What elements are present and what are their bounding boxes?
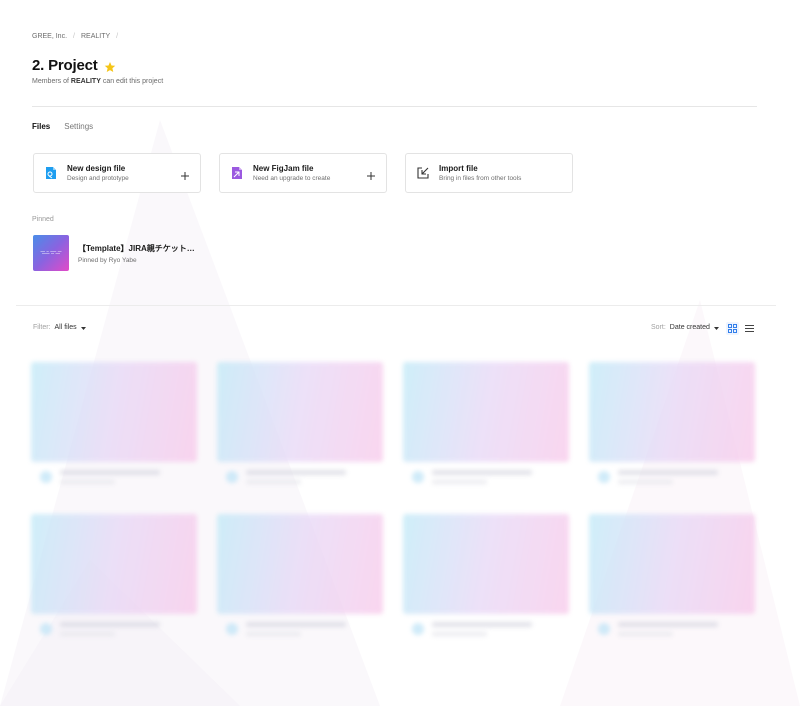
file-thumbnail <box>403 514 569 614</box>
import-file-button[interactable]: Import file Bring in files from other to… <box>405 153 573 193</box>
file-title-placeholder <box>618 622 718 627</box>
sort-label: Sort: <box>651 324 666 331</box>
file-meta-placeholder <box>618 480 673 484</box>
plus-icon <box>180 168 190 180</box>
header-divider <box>32 106 757 107</box>
pinned-file-title: 【Template】JIRA親チケット… <box>78 243 195 253</box>
chevron-down-icon[interactable] <box>80 326 86 330</box>
file-meta-placeholder <box>618 632 673 636</box>
file-thumbnail <box>589 362 755 462</box>
action-title: New design file <box>67 164 126 173</box>
action-subtitle: Bring in files from other tools <box>439 175 522 182</box>
action-title: Import file <box>439 164 478 173</box>
tab-files[interactable]: Files <box>32 122 50 131</box>
file-thumbnail <box>31 514 197 614</box>
file-card[interactable] <box>403 362 569 484</box>
pinned-file[interactable]: 【Template】JIRA親チケット… Pinned by Ryo Yabe <box>33 235 195 271</box>
design-file-icon <box>412 623 424 635</box>
title-row: 2. Project <box>32 57 116 74</box>
file-title-placeholder <box>618 470 718 475</box>
file-title-placeholder <box>432 470 532 475</box>
filter-control: Filter: All files <box>33 324 86 331</box>
file-title-placeholder <box>60 470 160 475</box>
project-permissions-note: Members of REALITY can edit this project <box>32 78 164 85</box>
page-title: 2. Project <box>32 57 98 74</box>
sort-control: Sort: Date created <box>651 324 719 331</box>
create-actions: New design file Design and prototype New… <box>33 153 573 193</box>
file-thumbnail <box>31 362 197 462</box>
pinned-section-label: Pinned <box>32 216 54 223</box>
file-card[interactable] <box>217 362 383 484</box>
plus-icon <box>366 168 376 180</box>
file-card[interactable] <box>403 514 569 636</box>
design-file-icon <box>44 166 58 180</box>
file-meta-placeholder <box>246 480 301 484</box>
chevron-down-icon[interactable] <box>713 326 719 330</box>
action-title: New FigJam file <box>253 164 314 173</box>
file-meta-placeholder <box>60 632 115 636</box>
file-title-placeholder <box>432 622 532 627</box>
project-tabs: Files Settings <box>32 122 93 131</box>
design-file-icon <box>412 471 424 483</box>
view-toggle <box>726 322 756 335</box>
import-icon <box>416 166 430 180</box>
tab-settings[interactable]: Settings <box>64 122 93 131</box>
file-meta-placeholder <box>432 632 487 636</box>
figjam-file-icon <box>230 166 244 180</box>
file-card[interactable] <box>31 362 197 484</box>
action-subtitle: Design and prototype <box>67 175 129 182</box>
file-meta-placeholder <box>432 480 487 484</box>
breadcrumb-org[interactable]: GREE, Inc. <box>32 33 67 40</box>
filter-label: Filter: <box>33 324 51 331</box>
list-view-icon[interactable] <box>743 322 756 335</box>
file-title-placeholder <box>246 470 346 475</box>
file-card[interactable] <box>589 362 755 484</box>
star-icon[interactable] <box>104 60 116 72</box>
design-file-icon <box>598 623 610 635</box>
file-title-placeholder <box>60 622 160 627</box>
breadcrumb-team[interactable]: REALITY <box>81 33 110 40</box>
new-figjam-file-button[interactable]: New FigJam file Need an upgrade to creat… <box>219 153 387 193</box>
pinned-file-thumbnail <box>33 235 69 271</box>
file-grid <box>31 362 755 652</box>
design-file-icon <box>40 471 52 483</box>
team-name: REALITY <box>70 78 101 85</box>
file-meta-placeholder <box>60 480 115 484</box>
file-title-placeholder <box>246 622 346 627</box>
file-thumbnail <box>403 362 569 462</box>
design-file-icon <box>598 471 610 483</box>
file-thumbnail <box>217 514 383 614</box>
sort-dropdown[interactable]: Date created <box>670 324 710 331</box>
section-divider <box>16 305 776 306</box>
design-file-icon <box>226 471 238 483</box>
design-file-icon <box>226 623 238 635</box>
design-file-icon <box>40 623 52 635</box>
breadcrumb-separator: / <box>73 33 75 40</box>
file-thumbnail <box>589 514 755 614</box>
file-card[interactable] <box>31 514 197 636</box>
file-card[interactable] <box>589 514 755 636</box>
breadcrumb: GREE, Inc. / REALITY / <box>32 33 118 40</box>
action-subtitle: Need an upgrade to create <box>253 175 331 182</box>
file-card[interactable] <box>217 514 383 636</box>
grid-view-icon[interactable] <box>726 322 739 335</box>
new-design-file-button[interactable]: New design file Design and prototype <box>33 153 201 193</box>
pinned-file-owner: Pinned by Ryo Yabe <box>78 256 137 264</box>
filter-dropdown[interactable]: All files <box>55 324 77 331</box>
file-thumbnail <box>217 362 383 462</box>
breadcrumb-separator: / <box>116 33 119 40</box>
file-meta-placeholder <box>246 632 301 636</box>
